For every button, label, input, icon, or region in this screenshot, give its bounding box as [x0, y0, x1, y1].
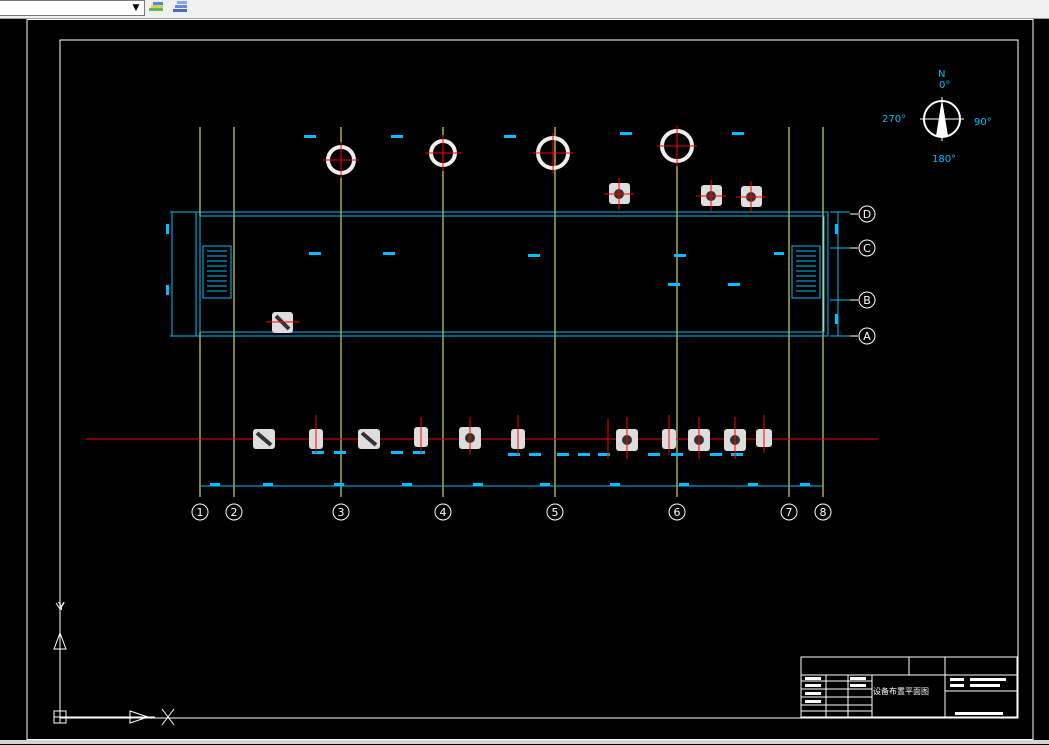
chevron-down-icon[interactable]: ▼ — [130, 1, 142, 15]
status-bar — [0, 740, 1049, 744]
pump-icon — [607, 417, 638, 459]
grid-column-label-8: 8 — [820, 506, 827, 519]
frame-border — [59, 39, 1019, 719]
grid-column-label-5: 5 — [552, 506, 559, 519]
pump-icon — [724, 417, 746, 459]
column-bubbles — [191, 503, 832, 521]
compass-90-label: 90° — [974, 117, 992, 128]
equipment-unit-icon — [604, 178, 634, 210]
pump-icon — [511, 415, 525, 455]
grid-column-label-7: 7 — [786, 506, 793, 519]
grid-row-label-c: C — [863, 242, 871, 255]
pump-icon — [662, 415, 676, 455]
grid-row-label-d: D — [863, 208, 871, 221]
row-bubbles — [850, 205, 876, 345]
grid-row-label-a: A — [863, 330, 871, 343]
compass-270-label: 270° — [882, 114, 906, 125]
layer-states-icon[interactable] — [146, 0, 168, 16]
tank-equipment-group — [323, 126, 697, 178]
compass-0-label: 0° — [939, 80, 950, 91]
compass-north-label: N — [938, 69, 945, 80]
ucs-icon — [53, 602, 175, 726]
grid-row-label-b: B — [863, 294, 871, 307]
pump-icon — [414, 417, 428, 453]
equipment-unit-icon — [696, 180, 726, 212]
pump-icon — [459, 417, 481, 455]
pump-icon — [688, 417, 710, 459]
equipment-unit-icon — [266, 312, 300, 333]
north-arrow-compass: N 0° 90° 180° 270° — [882, 69, 992, 165]
tank-icon — [425, 135, 461, 171]
drawing-title: 设备布置平面图 — [873, 687, 929, 696]
pump-icon — [309, 415, 323, 453]
tank-icon — [533, 133, 573, 173]
pump-icon — [358, 429, 380, 449]
grid-column-label-4: 4 — [440, 506, 447, 519]
pump-icon — [253, 429, 275, 449]
tank-icon — [323, 142, 359, 178]
pump-equipment-group — [253, 415, 772, 459]
grid-column-label-1: 1 — [197, 506, 204, 519]
grid-column-label-3: 3 — [338, 506, 345, 519]
ucs-y-label: Y — [58, 600, 65, 613]
compass-180-label: 180° — [932, 154, 956, 165]
layer-combo[interactable]: ▼ — [0, 0, 145, 16]
drawing-canvas[interactable]: N 0° 90° 180° 270° 1 2 3 4 5 6 7 8 D C B… — [0, 19, 1049, 741]
layer-properties-icon[interactable] — [170, 0, 192, 16]
grid-column-label-2: 2 — [231, 506, 238, 519]
grid-column-label-6: 6 — [674, 506, 681, 519]
pump-icon — [756, 415, 772, 453]
equipment-unit-icon — [736, 181, 766, 213]
sheet-border — [26, 19, 1034, 740]
tank-icon — [657, 126, 697, 166]
cad-toolbar: ▼ — [0, 0, 1049, 19]
